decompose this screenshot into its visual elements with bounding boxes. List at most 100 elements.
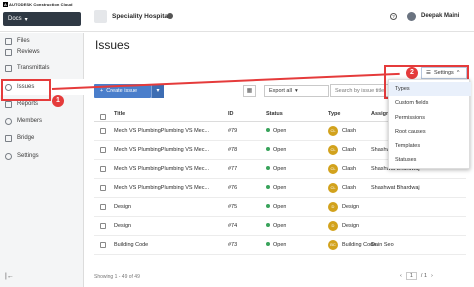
next-page-icon[interactable]: › xyxy=(431,273,433,279)
type-badge: BC xyxy=(328,240,338,250)
table-row[interactable]: Design #74 Open D Design xyxy=(94,217,466,236)
issue-title[interactable]: Design xyxy=(114,223,222,229)
issue-assignee: Shashwat Bhardwaj xyxy=(371,185,420,191)
issue-status: Open xyxy=(266,128,286,134)
sidebar-item-bridge[interactable]: Bridge xyxy=(0,130,84,146)
transmittal-icon xyxy=(5,64,12,72)
chevron-down-icon: ▾ xyxy=(24,16,28,23)
page-total: / 1 xyxy=(420,273,428,279)
issue-id: #76 xyxy=(228,185,238,191)
menu-item-statuses[interactable]: Statuses xyxy=(389,153,471,167)
issue-type: Clash xyxy=(342,147,357,153)
create-issue-dropdown[interactable]: ▾ xyxy=(151,84,164,98)
menu-item-custom-fields[interactable]: Custom fields xyxy=(389,96,471,110)
table-row[interactable]: Building Code #73 Open BC Building Code … xyxy=(94,236,466,255)
column-type[interactable]: Type xyxy=(328,111,340,117)
status-dot-icon xyxy=(266,242,270,246)
status-dot-icon xyxy=(266,204,270,208)
project-name[interactable]: Speciality Hospital xyxy=(112,13,170,20)
issue-title[interactable]: Design xyxy=(114,204,222,210)
help-icon[interactable]: ? xyxy=(390,13,397,20)
column-status[interactable]: Status xyxy=(266,111,283,117)
project-icon xyxy=(94,10,107,23)
callout-2: 2 xyxy=(406,67,418,79)
sidebar-item-settings[interactable]: Settings xyxy=(0,148,84,164)
table-row[interactable]: Mech VS PlumbingPlumbing VS Mec... #76 O… xyxy=(94,179,466,198)
pagination: ‹ 1 / 1 › xyxy=(400,272,433,280)
type-badge: CL xyxy=(328,183,338,193)
row-checkbox[interactable] xyxy=(100,242,106,248)
issue-id: #73 xyxy=(228,242,238,248)
settings-sliders-icon: ☰ xyxy=(426,70,431,76)
issue-status: Open xyxy=(266,147,286,153)
status-dot-icon xyxy=(266,185,270,189)
sidebar-item-label: Reports xyxy=(17,101,39,107)
type-badge: CL xyxy=(328,145,338,155)
sidebar-item-label: Transmittals xyxy=(17,65,50,71)
callout-1: 1 xyxy=(52,95,64,107)
sidebar: Files Reviews Transmittals Issues Report… xyxy=(0,33,84,287)
gear-icon xyxy=(5,152,12,160)
issue-title[interactable]: Mech VS PlumbingPlumbing VS Mec... xyxy=(114,128,222,134)
chevron-down-icon: ▾ xyxy=(294,88,298,94)
collapse-sidebar-icon[interactable]: |← xyxy=(5,273,14,280)
prev-page-icon[interactable]: ‹ xyxy=(400,273,402,279)
issue-type: Clash xyxy=(342,166,357,172)
issue-status: Open xyxy=(266,166,286,172)
plus-icon: + xyxy=(100,88,104,94)
members-icon xyxy=(5,117,12,125)
bridge-icon xyxy=(5,134,12,142)
row-checkbox[interactable] xyxy=(100,223,106,229)
row-checkbox[interactable] xyxy=(100,185,106,191)
select-all-checkbox[interactable] xyxy=(100,114,106,120)
issue-title[interactable]: Mech VS PlumbingPlumbing VS Mec... xyxy=(114,166,222,172)
sidebar-item-label: Members xyxy=(17,118,43,124)
top-bar: A AUTODESK Construction Cloud Docs ▾ Spec… xyxy=(0,0,474,32)
brand-logo: A AUTODESK Construction Cloud xyxy=(3,2,73,7)
module-selector[interactable]: Docs ▾ xyxy=(3,12,81,26)
issue-status: Open xyxy=(266,185,286,191)
map-view-icon[interactable]: ▦ xyxy=(243,85,256,97)
sidebar-item-label: Bridge xyxy=(17,135,35,141)
issue-id: #77 xyxy=(228,166,238,172)
export-button[interactable]: Export all ▾ xyxy=(264,85,329,97)
avatar[interactable] xyxy=(407,12,416,21)
status-dot-icon xyxy=(266,223,270,227)
row-checkbox[interactable] xyxy=(100,128,106,134)
user-name[interactable]: Deepak Maini xyxy=(421,13,459,19)
column-id[interactable]: ID xyxy=(228,111,234,117)
issue-title[interactable]: Mech VS PlumbingPlumbing VS Mec... xyxy=(114,185,222,191)
sidebar-item-label: Reviews xyxy=(17,49,40,55)
issue-title[interactable]: Mech VS PlumbingPlumbing VS Mec... xyxy=(114,147,222,153)
settings-button[interactable]: ☰ Settings ^ xyxy=(421,67,467,79)
sidebar-item-members[interactable]: Members xyxy=(0,113,84,129)
menu-item-permissions[interactable]: Permissions xyxy=(389,111,471,125)
issue-type: Clash xyxy=(342,185,357,191)
menu-item-root-causes[interactable]: Root causes xyxy=(389,125,471,139)
issue-status: Open xyxy=(266,204,286,210)
row-checkbox[interactable] xyxy=(100,166,106,172)
menu-item-templates[interactable]: Templates xyxy=(389,139,471,153)
issue-type: Design xyxy=(342,204,360,210)
type-badge: D xyxy=(328,202,338,212)
sidebar-item-transmittals[interactable]: Transmittals xyxy=(0,60,84,76)
menu-item-types[interactable]: Types xyxy=(389,82,471,96)
column-title[interactable]: Title xyxy=(114,111,125,117)
status-dot-icon xyxy=(266,128,270,132)
project-menu-icon[interactable] xyxy=(167,13,173,19)
chevron-up-icon: ^ xyxy=(456,70,460,76)
page-number-input[interactable]: 1 xyxy=(405,272,417,280)
issue-type: Design xyxy=(342,223,360,229)
settings-dropdown-menu: Types Custom fields Permissions Root cau… xyxy=(388,79,471,169)
row-checkbox[interactable] xyxy=(100,204,106,210)
sidebar-highlight-box xyxy=(1,79,51,101)
sidebar-item-reviews[interactable]: Reviews xyxy=(0,44,84,60)
sidebar-item-label: Settings xyxy=(17,153,39,159)
table-row[interactable]: Design #75 Open D Design xyxy=(94,198,466,217)
issue-id: #78 xyxy=(228,147,238,153)
row-checkbox[interactable] xyxy=(100,147,106,153)
module-label: Docs xyxy=(8,16,22,22)
search-input[interactable]: Search by issue title xyxy=(330,84,390,97)
issue-title[interactable]: Building Code xyxy=(114,242,222,248)
type-badge: CL xyxy=(328,126,338,136)
